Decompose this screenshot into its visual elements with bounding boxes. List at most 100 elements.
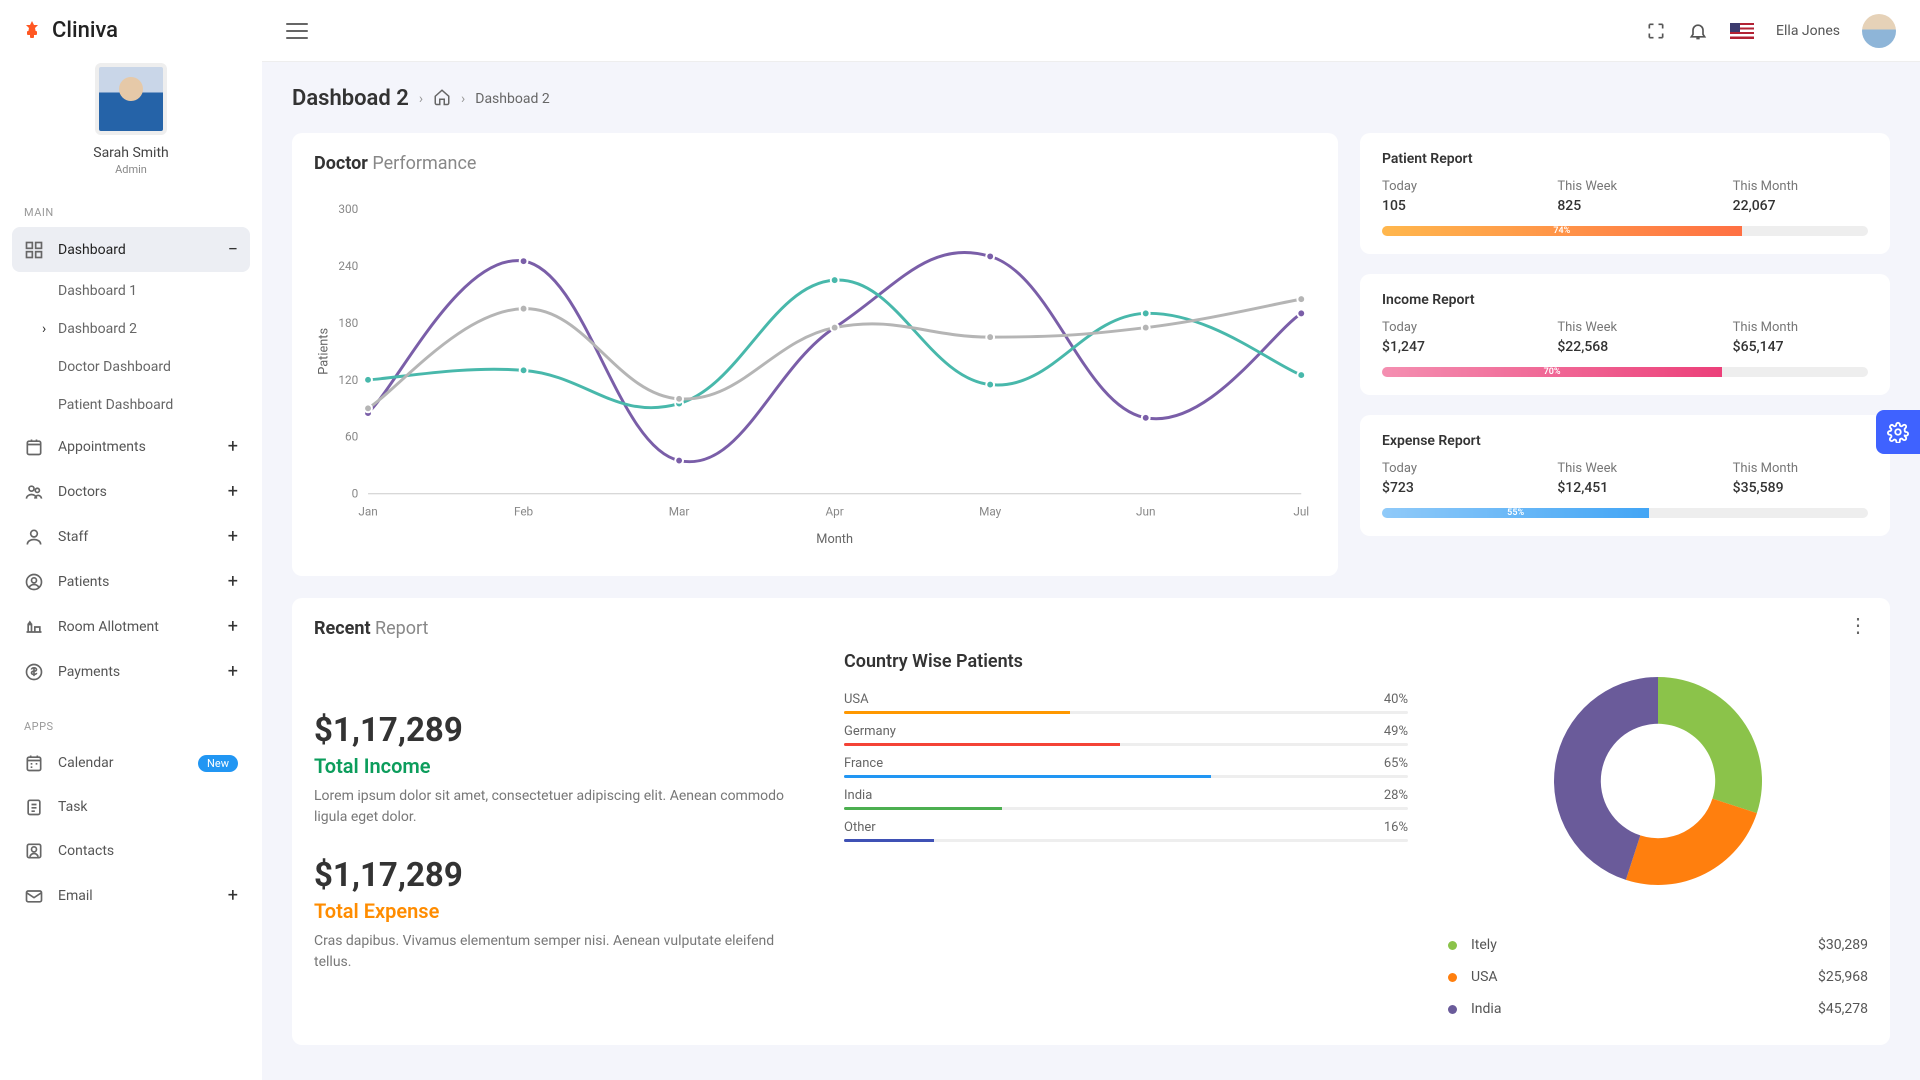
sidebar-sub-item[interactable]: Patient Dashboard — [12, 386, 250, 424]
svg-text:Jun: Jun — [1136, 504, 1155, 518]
section-apps-label: APPS — [12, 694, 250, 741]
nav-icon — [24, 572, 44, 592]
report-card: Expense ReportToday$723This Week$12,451T… — [1360, 415, 1890, 536]
recent-report-card: Recent Report ⋮ $1,17,289 Total Income L… — [292, 598, 1890, 1045]
more-icon[interactable]: ⋮ — [1848, 620, 1868, 630]
collapse-icon[interactable]: − — [228, 239, 238, 260]
chevron-right-icon: › — [461, 91, 465, 107]
svg-text:Mar: Mar — [669, 504, 690, 518]
svg-text:240: 240 — [338, 259, 358, 273]
sidebar-item[interactable]: Doctors+ — [12, 469, 250, 514]
svg-text:Month: Month — [816, 532, 853, 547]
nav-icon — [24, 482, 44, 502]
sidebar-item[interactable]: Patients+ — [12, 559, 250, 604]
nav-icon — [24, 437, 44, 457]
svg-text:120: 120 — [338, 373, 358, 387]
sidebar-item[interactable]: Appointments+ — [12, 424, 250, 469]
expand-icon[interactable]: + — [228, 885, 238, 906]
svg-text:Jan: Jan — [358, 504, 377, 518]
bell-icon[interactable] — [1688, 21, 1708, 41]
page-title: Dashboad 2 — [292, 86, 409, 111]
sidebar-app-item[interactable]: Email+ — [12, 873, 250, 918]
sidebar: Cliniva Sarah Smith Admin MAIN Dashboard… — [0, 0, 262, 1080]
expand-icon[interactable]: + — [228, 571, 238, 592]
sidebar-app-item[interactable]: CalendarNew — [12, 741, 250, 785]
expand-icon[interactable]: + — [228, 661, 238, 682]
svg-text:180: 180 — [338, 316, 358, 330]
legend-row: USA$25,968 — [1448, 961, 1868, 993]
country-row: Germany49% — [844, 724, 1408, 746]
nav-icon — [24, 886, 44, 906]
performance-chart: 060120180240300JanFebMarAprMayJunJulMont… — [314, 186, 1316, 556]
dashboard-icon — [24, 240, 44, 260]
legend-row: Itely$30,289 — [1448, 929, 1868, 961]
card-title: Recent Report — [314, 618, 1868, 639]
donut-chart — [1528, 651, 1788, 911]
country-wise-title: Country Wise Patients — [844, 651, 1408, 672]
expand-icon[interactable]: + — [228, 436, 238, 457]
flag-icon[interactable] — [1730, 23, 1754, 39]
sidebar-item[interactable]: Room Allotment+ — [12, 604, 250, 649]
menu-toggle[interactable] — [286, 23, 308, 39]
sidebar-app-item[interactable]: Contacts — [12, 829, 250, 873]
svg-text:May: May — [979, 504, 1002, 518]
svg-text:Patients: Patients — [317, 328, 332, 375]
chevron-right-icon: › — [419, 91, 423, 107]
doctor-performance-card: Doctor Performance 060120180240300JanFeb… — [292, 133, 1338, 576]
country-row: USA40% — [844, 692, 1408, 714]
total-income-label: Total Income — [314, 754, 804, 778]
progress-bar: 70% — [1382, 367, 1868, 377]
sidebar-app-item[interactable]: Task — [12, 785, 250, 829]
home-icon[interactable] — [433, 88, 451, 110]
sidebar-sub-item[interactable]: Dashboard 1 — [12, 272, 250, 310]
new-badge: New — [198, 755, 238, 772]
logo[interactable]: Cliniva — [12, 0, 250, 53]
svg-text:300: 300 — [338, 202, 358, 216]
nav-dashboard[interactable]: Dashboard − — [12, 227, 250, 272]
svg-text:Jul: Jul — [1293, 504, 1309, 518]
sidebar-sub-item[interactable]: Dashboard 2 — [12, 310, 250, 348]
expense-desc: Cras dapibus. Vivamus elementum semper n… — [314, 931, 804, 973]
topbar: Ella Jones — [262, 0, 1920, 62]
nav-icon — [24, 527, 44, 547]
progress-bar: 55% — [1382, 508, 1868, 518]
country-row: Other16% — [844, 820, 1408, 842]
profile-role: Admin — [115, 163, 147, 176]
logo-text: Cliniva — [52, 18, 118, 43]
breadcrumb-current: Dashboad 2 — [475, 91, 549, 107]
nav-dashboard-label: Dashboard — [58, 242, 126, 258]
svg-text:Feb: Feb — [514, 504, 534, 518]
section-main-label: MAIN — [12, 180, 250, 227]
profile[interactable]: Sarah Smith Admin — [12, 53, 250, 180]
profile-avatar — [95, 63, 167, 135]
country-row: France65% — [844, 756, 1408, 778]
fullscreen-icon[interactable] — [1646, 21, 1666, 41]
gear-icon — [1887, 421, 1909, 443]
svg-text:0: 0 — [352, 487, 359, 501]
sidebar-item[interactable]: Payments+ — [12, 649, 250, 694]
total-expense-value: $1,17,289 — [314, 856, 804, 895]
card-title: Doctor Performance — [314, 153, 1316, 174]
sidebar-sub-item[interactable]: Doctor Dashboard — [12, 348, 250, 386]
nav-icon — [24, 841, 44, 861]
legend-row: India$45,278 — [1448, 993, 1868, 1025]
nav-icon — [24, 617, 44, 637]
user-avatar[interactable] — [1862, 14, 1896, 48]
expand-icon[interactable]: + — [228, 616, 238, 637]
country-row: India28% — [844, 788, 1408, 810]
report-card: Patient ReportToday105This Week825This M… — [1360, 133, 1890, 254]
nav-icon — [24, 662, 44, 682]
profile-name: Sarah Smith — [93, 145, 168, 161]
user-name[interactable]: Ella Jones — [1776, 23, 1840, 39]
breadcrumb: Dashboad 2 › › Dashboad 2 — [292, 86, 1890, 111]
total-expense-label: Total Expense — [314, 899, 804, 923]
expand-icon[interactable]: + — [228, 481, 238, 502]
nav-icon — [24, 797, 44, 817]
sidebar-item[interactable]: Staff+ — [12, 514, 250, 559]
settings-float[interactable] — [1876, 410, 1920, 454]
progress-bar: 74% — [1382, 226, 1868, 236]
expand-icon[interactable]: + — [228, 526, 238, 547]
total-income-value: $1,17,289 — [314, 711, 804, 750]
svg-text:Apr: Apr — [826, 504, 844, 518]
nav-icon — [24, 753, 44, 773]
